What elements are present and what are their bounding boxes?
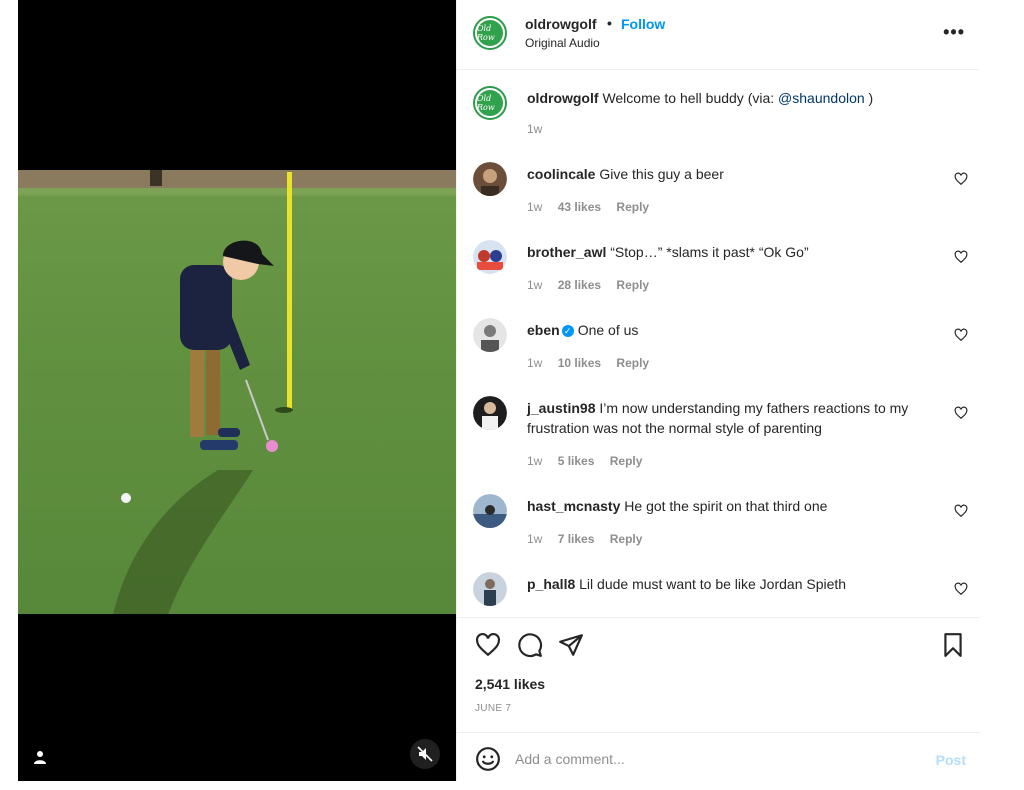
heart-icon[interactable]	[954, 328, 968, 342]
caption-suffix: )	[864, 90, 874, 106]
brand-logo: Old Row	[477, 90, 503, 116]
share-icon[interactable]	[558, 632, 584, 658]
comment-body: One of us	[577, 322, 639, 338]
comment-meta: 1w 28 likes Reply	[527, 278, 661, 292]
comment-avatar[interactable]	[473, 494, 507, 528]
comment-likes[interactable]: 5 likes	[558, 454, 595, 468]
comment-likes[interactable]: 7 likes	[558, 532, 595, 546]
comment-text: p_hall8 Lil dude must want to be like Jo…	[527, 574, 935, 594]
comment-text: j_austin98 I’m now understanding my fath…	[527, 398, 935, 438]
comment-body: Lil dude must want to be like Jordan Spi…	[579, 576, 847, 592]
comment-meta: 1w 7 likes Reply	[527, 532, 654, 546]
user-tag-icon[interactable]	[32, 749, 48, 765]
mute-icon[interactable]	[410, 739, 440, 769]
comment-body: He got the spirit on that third one	[624, 498, 828, 514]
heart-icon[interactable]	[954, 582, 968, 596]
comment-avatar[interactable]	[473, 162, 507, 196]
brand-logo: Old Row	[477, 20, 503, 46]
comment-icon[interactable]	[517, 632, 543, 658]
comments-list[interactable]: Old Row oldrowgolf Welcome to hell buddy…	[457, 70, 980, 617]
add-comment-bar: Post	[457, 732, 980, 781]
video-player[interactable]	[18, 170, 456, 614]
comment-username[interactable]: p_hall8	[527, 576, 575, 592]
post-actions: 2,541 likes JUNE 7	[457, 617, 980, 732]
more-icon[interactable]: •••	[943, 22, 965, 43]
comment-time: 1w	[527, 532, 543, 546]
reply-button[interactable]: Reply	[610, 454, 643, 468]
comment-time: 1w	[527, 356, 543, 370]
caption-text: oldrowgolf Welcome to hell buddy (via: @…	[527, 88, 935, 108]
heart-icon[interactable]	[954, 406, 968, 420]
bookmark-icon[interactable]	[940, 632, 966, 658]
comment-input[interactable]	[515, 745, 895, 773]
heart-icon[interactable]	[954, 504, 968, 518]
post-details-panel: Old Row oldrowgolf • Follow Original Aud…	[456, 0, 980, 781]
comment-likes[interactable]: 43 likes	[558, 200, 601, 214]
heart-icon[interactable]	[954, 250, 968, 264]
comment-text: brother_awl “Stop…” *slams it past* “Ok …	[527, 242, 935, 262]
comment-time: 1w	[527, 200, 543, 214]
comment-username[interactable]: coolincale	[527, 166, 595, 182]
emoji-icon[interactable]	[475, 746, 501, 772]
post-username[interactable]: oldrowgolf	[525, 16, 597, 32]
comment-body: “Stop…” *slams it past* “Ok Go”	[610, 244, 809, 260]
follow-button[interactable]: Follow	[621, 16, 665, 32]
comment-meta: 1w 43 likes Reply	[527, 200, 661, 214]
like-icon[interactable]	[475, 632, 501, 658]
comment-avatar[interactable]	[473, 240, 507, 274]
caption-username[interactable]: oldrowgolf	[527, 90, 599, 106]
audio-label[interactable]: Original Audio	[525, 36, 600, 50]
comment-text: coolincale Give this guy a beer	[527, 164, 935, 184]
reply-button[interactable]: Reply	[616, 278, 649, 292]
post-header: Old Row oldrowgolf • Follow Original Aud…	[457, 0, 979, 70]
reply-button[interactable]: Reply	[616, 356, 649, 370]
verified-badge-icon: ✓	[561, 325, 574, 338]
comment-likes[interactable]: 10 likes	[558, 356, 601, 370]
comment-time: 1w	[527, 278, 543, 292]
comment-text: hast_mcnasty He got the spirit on that t…	[527, 496, 935, 516]
caption-avatar[interactable]: Old Row	[473, 86, 507, 120]
comment-body: Give this guy a beer	[599, 166, 724, 182]
reply-button[interactable]: Reply	[610, 532, 643, 546]
post-date: JUNE 7	[475, 703, 512, 714]
comment-username[interactable]: brother_awl	[527, 244, 606, 260]
comment-likes[interactable]: 28 likes	[558, 278, 601, 292]
comment-avatar[interactable]	[473, 396, 507, 430]
comment-meta: 1w 5 likes Reply	[527, 454, 654, 468]
account-avatar[interactable]: Old Row	[473, 16, 507, 50]
comment-username[interactable]: eben	[527, 322, 560, 338]
comment-avatar[interactable]	[473, 318, 507, 352]
likes-count[interactable]: 2,541 likes	[475, 676, 545, 692]
post-media[interactable]	[18, 0, 456, 781]
caption-meta: 1w	[527, 122, 554, 136]
comment-username[interactable]: j_austin98	[527, 400, 595, 416]
comment-username[interactable]: hast_mcnasty	[527, 498, 620, 514]
separator-dot: •	[607, 15, 612, 31]
comment-text: eben ✓ One of us	[527, 320, 935, 340]
reply-button[interactable]: Reply	[616, 200, 649, 214]
caption-body: Welcome to hell buddy (via:	[602, 90, 779, 106]
caption-mention[interactable]: @shaundolon	[778, 90, 865, 106]
comment-meta: 1w 10 likes Reply	[527, 356, 661, 370]
heart-icon[interactable]	[954, 172, 968, 186]
caption-time: 1w	[527, 122, 543, 136]
comment-avatar[interactable]	[473, 572, 507, 606]
post-button[interactable]: Post	[936, 752, 966, 768]
comment-time: 1w	[527, 454, 543, 468]
video-frame-illustration	[18, 170, 456, 614]
